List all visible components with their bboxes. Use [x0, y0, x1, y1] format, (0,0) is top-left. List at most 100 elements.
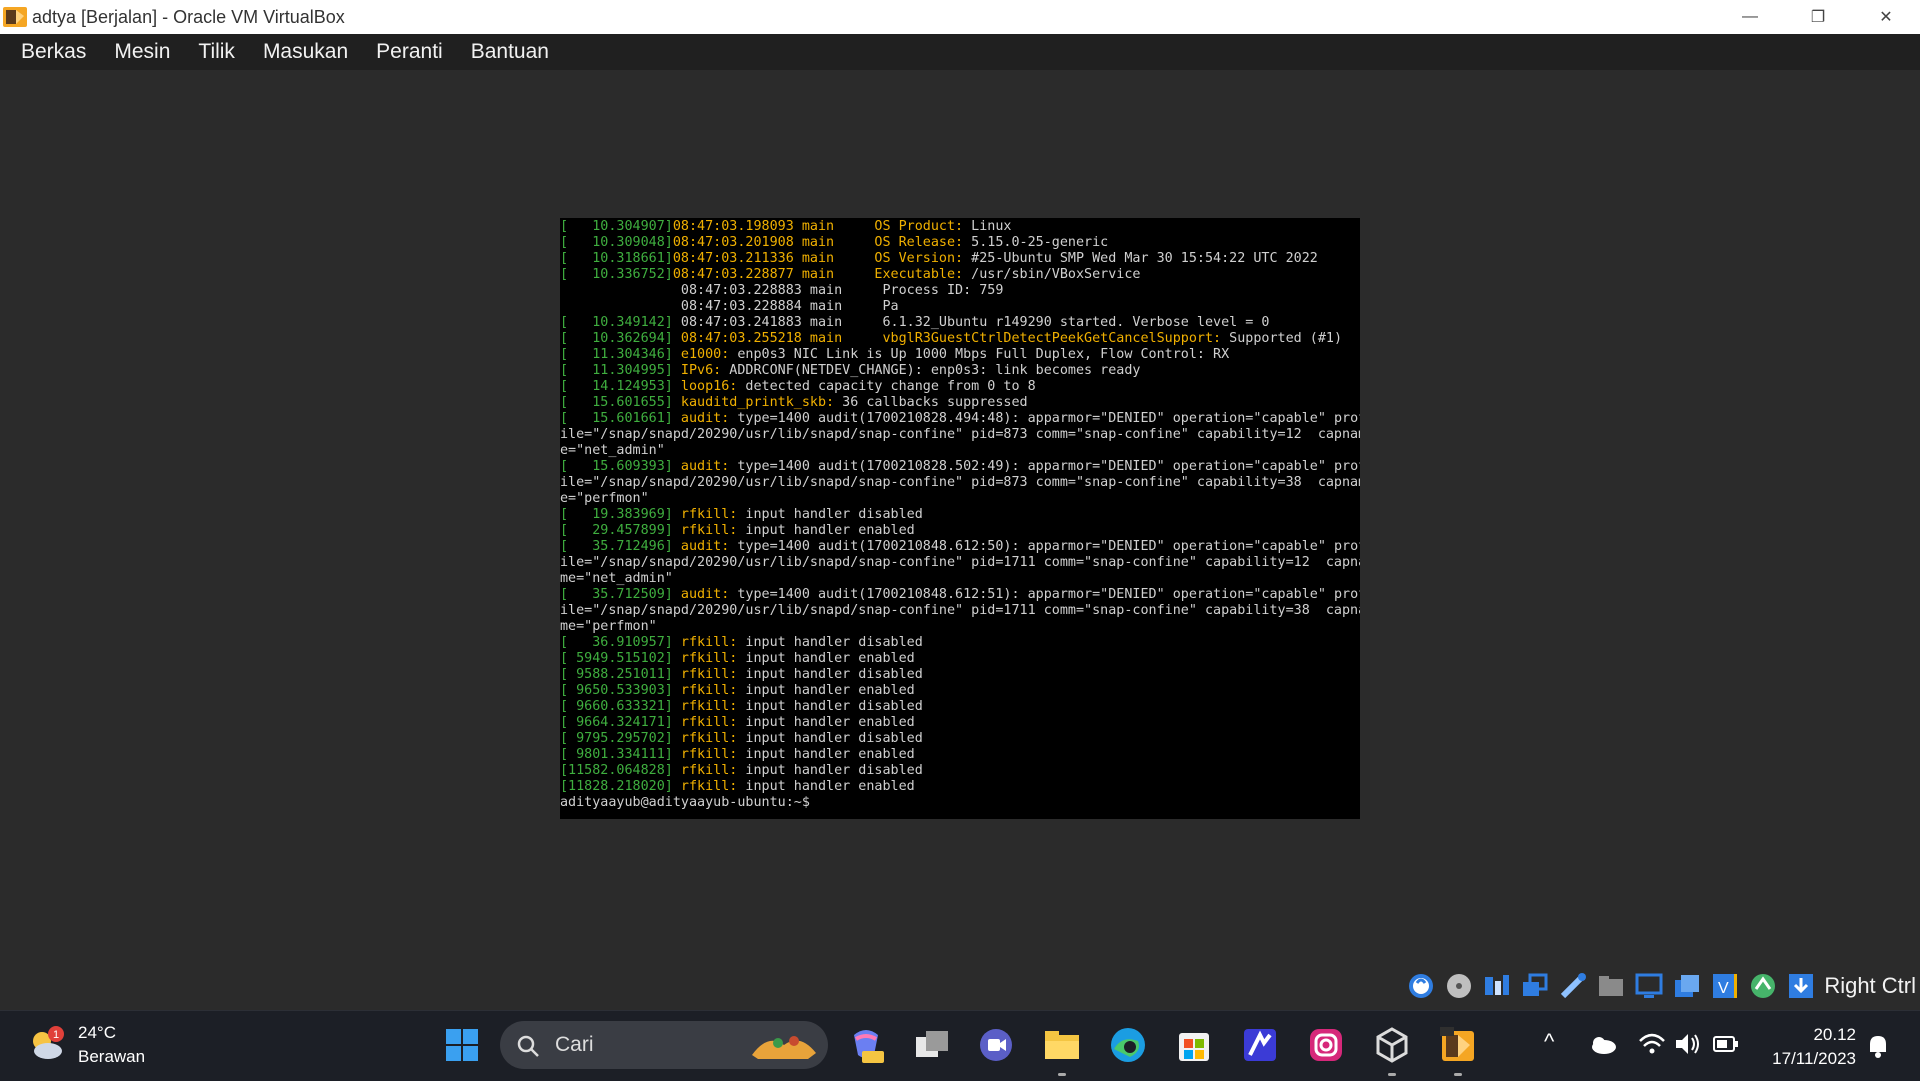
usb-icon[interactable] — [1558, 971, 1588, 1001]
copilot-icon[interactable] — [846, 1025, 886, 1065]
menu-bantuan[interactable]: Bantuan — [457, 34, 563, 70]
terminal-text: me="perfmon" — [560, 619, 657, 634]
terminal-timestamp: [ 35.712509] — [560, 587, 673, 602]
terminal-line: [ 10.318661]08:47:03.211336 main OS Vers… — [560, 251, 1360, 267]
terminal-line: [ 9588.251011] rfkill: input handler dis… — [560, 667, 1360, 683]
virtualbox-app-icon — [3, 7, 27, 27]
terminal-timestamp: [ 10.318661] — [560, 251, 673, 266]
vm-status-bar: V Right Ctrl — [1398, 968, 1916, 1004]
terminal-text: Linux — [963, 219, 1012, 234]
clock[interactable]: 20.12 17/11/2023 — [1772, 1023, 1856, 1071]
terminal-line: [ 10.304907]08:47:03.198093 main OS Prod… — [560, 219, 1360, 235]
running-indicator — [1388, 1073, 1396, 1076]
store-icon[interactable] — [1174, 1025, 1214, 1065]
terminal-timestamp: [ 10.309048] — [560, 235, 673, 250]
terminal-keyword: 08:47:03.228877 main Executable: — [672, 267, 964, 282]
virtualbox-icon[interactable] — [1372, 1025, 1412, 1065]
title-bar: adtya [Berjalan] - Oracle VM VirtualBox … — [0, 0, 1920, 34]
terminal-line: me="net_admin" — [560, 571, 1360, 587]
minimize-button[interactable]: — — [1716, 0, 1784, 34]
file-explorer-icon[interactable] — [1042, 1025, 1082, 1065]
terminal-text: ile="/snap/snapd/20290/usr/lib/snapd/sna… — [560, 603, 1360, 618]
shared-folders-icon[interactable] — [1596, 971, 1626, 1001]
menu-tilik[interactable]: Tilik — [184, 34, 249, 70]
terminal-text: ile="/snap/snapd/20290/usr/lib/snapd/sna… — [560, 427, 1360, 442]
terminal-timestamp: [ 11.304346] — [560, 347, 673, 362]
notification-bell-icon[interactable] — [1866, 1033, 1890, 1059]
terminal-text: input handler enabled — [737, 747, 915, 762]
onedrive-icon[interactable] — [1588, 1033, 1618, 1057]
teams-icon[interactable] — [976, 1025, 1016, 1065]
terminal-line: e="net_admin" — [560, 443, 1360, 459]
volume-icon[interactable] — [1674, 1031, 1702, 1057]
terminal-timestamp: [ 19.383969] — [560, 507, 673, 522]
terminal-line: [ 11.304346] e1000: enp0s3 NIC Link is U… — [560, 347, 1360, 363]
instagram-icon[interactable] — [1306, 1025, 1346, 1065]
clock-date: 17/11/2023 — [1772, 1049, 1856, 1068]
terminal-keyword: rfkill: — [672, 667, 738, 682]
battery-icon[interactable] — [1712, 1033, 1740, 1055]
edge-icon[interactable] — [1108, 1025, 1148, 1065]
keyboard-capture-icon[interactable] — [1786, 971, 1816, 1001]
tray-chevron-icon[interactable]: ^ — [1544, 1029, 1554, 1055]
menu-peranti[interactable]: Peranti — [362, 34, 457, 70]
start-icon[interactable] — [442, 1025, 482, 1065]
terminal-timestamp: [ 10.304907] — [560, 219, 673, 234]
terminal-keyword: rfkill: — [672, 635, 738, 650]
menu-bar: Berkas Mesin Tilik Masukan Peranti Bantu… — [0, 34, 1920, 70]
terminal-text: /usr/sbin/VBoxService — [963, 267, 1141, 282]
terminal-keyword: rfkill: — [672, 715, 738, 730]
restore-button[interactable]: ❐ — [1784, 0, 1852, 34]
terminal-line: ile="/snap/snapd/20290/usr/lib/snapd/sna… — [560, 603, 1360, 619]
menu-mesin[interactable]: Mesin — [100, 34, 184, 70]
terminal-line: [11582.064828] rfkill: input handler dis… — [560, 763, 1360, 779]
close-button[interactable]: ✕ — [1852, 0, 1920, 34]
terminal-timestamp: [ 9795.295702] — [560, 731, 673, 746]
audio-icon[interactable] — [1482, 971, 1512, 1001]
display-icon[interactable] — [1634, 971, 1664, 1001]
terminal-keyword: e1000: — [672, 347, 730, 362]
network-icon[interactable] — [1520, 971, 1550, 1001]
terminal-text: type=1400 audit(1700210848.612:51): appa… — [729, 587, 1360, 602]
optical-drive-icon[interactable] — [1444, 971, 1474, 1001]
terminal-line: [ 11.304995] IPv6: ADDRCONF(NETDEV_CHANG… — [560, 363, 1360, 379]
terminal-timestamp: [ 5949.515102] — [560, 651, 673, 666]
terminal-text: 08:47:03.228884 main Pa — [672, 299, 899, 314]
hard-disk-icon[interactable] — [1406, 971, 1436, 1001]
terminal-text: input handler enabled — [737, 651, 915, 666]
app-icon[interactable] — [1240, 1025, 1280, 1065]
terminal-line: [ 15.601661] audit: type=1400 audit(1700… — [560, 411, 1360, 427]
restore-icon: ❐ — [1810, 9, 1826, 26]
terminal-keyword: rfkill: — [672, 731, 738, 746]
terminal-text: input handler disabled — [737, 667, 923, 682]
terminal-text: input handler enabled — [737, 523, 915, 538]
search-box[interactable]: Cari — [500, 1021, 828, 1069]
menu-masukan[interactable]: Masukan — [249, 34, 362, 70]
menu-berkas[interactable]: Berkas — [0, 34, 100, 70]
terminal-line: [ 10.336752]08:47:03.228877 main Executa… — [560, 267, 1360, 283]
task-view-icon[interactable] — [912, 1025, 952, 1065]
weather-widget[interactable]: 1 24°C Berawan — [26, 1021, 145, 1069]
recording-icon[interactable] — [1672, 971, 1702, 1001]
terminal-timestamp: [ 9650.533903] — [560, 683, 673, 698]
terminal-line: [ 9650.533903] rfkill: input handler ena… — [560, 683, 1360, 699]
terminal-line: [ 29.457899] rfkill: input handler enabl… — [560, 523, 1360, 539]
vt-x-icon[interactable]: V — [1710, 971, 1740, 1001]
terminal-text: ADDRCONF(NETDEV_CHANGE): enp0s3: link be… — [721, 363, 1141, 378]
terminal-timestamp: [ 9664.324171] — [560, 715, 673, 730]
terminal-text: input handler disabled — [737, 507, 923, 522]
virtualbox-vm-icon[interactable] — [1438, 1025, 1478, 1065]
terminal-timestamp: [11582.064828] — [560, 763, 673, 778]
terminal-timestamp: [ 36.910957] — [560, 635, 673, 650]
vm-terminal[interactable]: [ 10.304907]08:47:03.198093 main OS Prod… — [560, 218, 1360, 819]
terminal-keyword: audit: — [672, 459, 730, 474]
terminal-text: 36 callbacks suppressed — [834, 395, 1028, 410]
wifi-icon[interactable] — [1638, 1031, 1666, 1057]
terminal-text: input handler enabled — [737, 683, 915, 698]
terminal-line: [ 9664.324171] rfkill: input handler ena… — [560, 715, 1360, 731]
terminal-keyword: rfkill: — [672, 779, 738, 794]
terminal-text: input handler disabled — [737, 635, 923, 650]
mouse-integration-icon[interactable] — [1748, 971, 1778, 1001]
terminal-keyword: rfkill: — [672, 651, 738, 666]
terminal-line: ile="/snap/snapd/20290/usr/lib/snapd/sna… — [560, 427, 1360, 443]
